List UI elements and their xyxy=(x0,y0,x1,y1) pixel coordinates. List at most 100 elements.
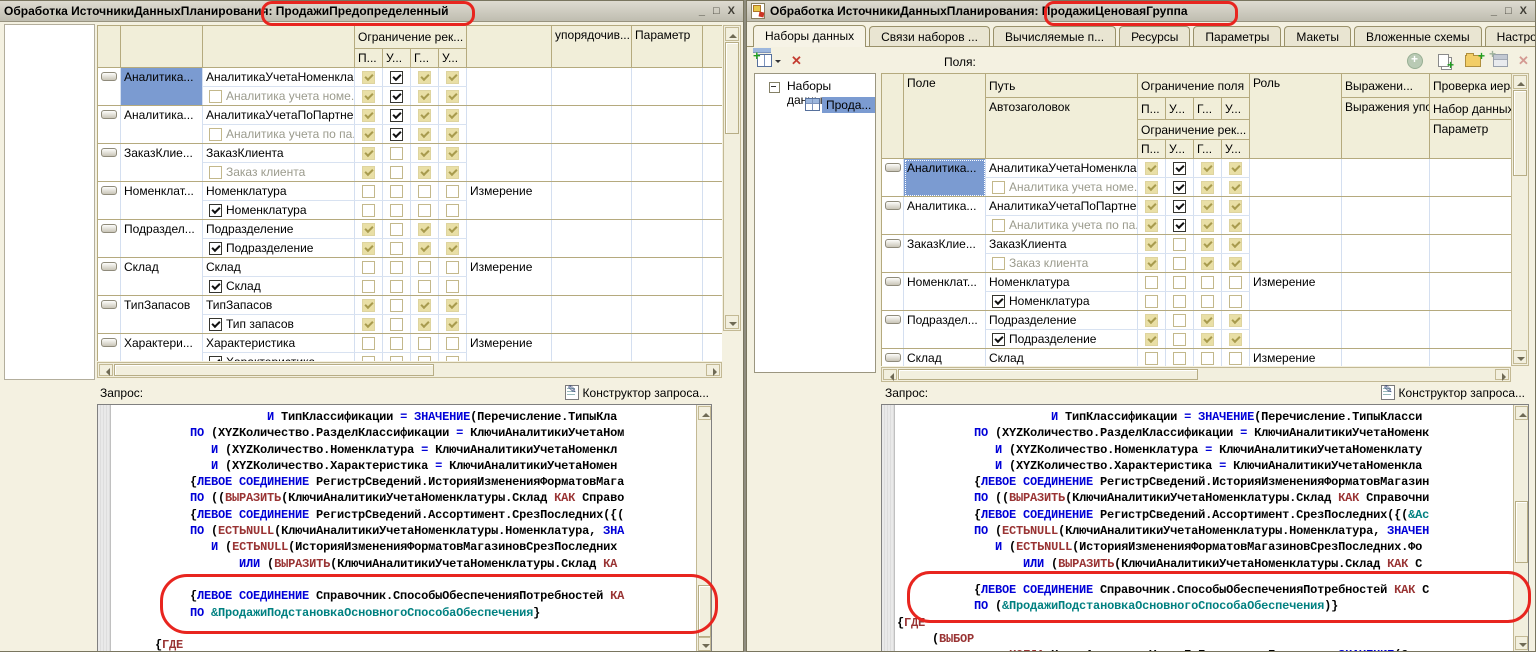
check-cell[interactable] xyxy=(355,106,383,125)
row-grip-icon[interactable] xyxy=(885,163,901,172)
checkbox[interactable] xyxy=(390,185,403,198)
header-dataset[interactable]: Набор данных xyxy=(1430,98,1512,120)
checkbox[interactable] xyxy=(390,356,403,361)
scroll-right-button[interactable] xyxy=(706,364,720,376)
checkbox[interactable] xyxy=(362,356,375,361)
tab-6[interactable]: Макеты xyxy=(1284,26,1351,46)
cell-role[interactable] xyxy=(1250,159,1342,197)
table-hscrollbar[interactable] xyxy=(881,367,1511,382)
scroll-right-button[interactable] xyxy=(1495,369,1509,380)
cell-role[interactable] xyxy=(467,68,552,106)
cell-param[interactable] xyxy=(632,258,703,296)
checkbox[interactable] xyxy=(1145,257,1158,270)
checkbox[interactable] xyxy=(1173,276,1186,289)
cell-pad[interactable] xyxy=(703,182,722,220)
header-record-restriction[interactable]: Ограничение рек... xyxy=(1138,120,1250,140)
scroll-left-button[interactable] xyxy=(883,369,897,380)
check-cell[interactable] xyxy=(355,163,383,182)
check-cell[interactable] xyxy=(1166,178,1194,197)
checkbox[interactable] xyxy=(362,71,375,84)
header-field[interactable]: Поле xyxy=(904,74,986,159)
path-cell[interactable]: Подразделение xyxy=(203,220,355,239)
checkbox[interactable] xyxy=(362,242,375,255)
scroll-down-button[interactable] xyxy=(698,637,711,651)
path-cell[interactable]: ЗаказКлиента xyxy=(986,235,1138,254)
check-cell[interactable] xyxy=(355,239,383,258)
check-cell[interactable] xyxy=(383,353,411,362)
check-cell[interactable] xyxy=(1222,273,1250,292)
hscroll-thumb[interactable] xyxy=(114,364,434,376)
cell-hier[interactable] xyxy=(1430,159,1512,197)
checkbox[interactable] xyxy=(1229,181,1242,194)
checkbox[interactable] xyxy=(362,166,375,179)
check-cell[interactable] xyxy=(411,258,439,277)
checkbox[interactable] xyxy=(446,109,459,122)
checkbox[interactable] xyxy=(418,71,431,84)
checkbox[interactable] xyxy=(1145,162,1158,175)
field-cell[interactable]: Склад xyxy=(121,258,203,296)
path-cell[interactable]: Номенклатура xyxy=(203,182,355,201)
check-cell[interactable] xyxy=(411,353,439,362)
check-cell[interactable] xyxy=(383,68,411,87)
checkbox[interactable] xyxy=(418,128,431,141)
row-grip-icon[interactable] xyxy=(101,186,117,195)
cell-role[interactable] xyxy=(467,106,552,144)
checkbox[interactable] xyxy=(362,299,375,312)
checkbox[interactable] xyxy=(1201,352,1214,365)
checkbox[interactable] xyxy=(390,166,403,179)
cell-role[interactable]: Измерение xyxy=(467,334,552,362)
check-cell[interactable] xyxy=(411,68,439,87)
row-grip-cell[interactable] xyxy=(98,296,121,334)
cell-order[interactable] xyxy=(552,68,632,106)
cell-order[interactable] xyxy=(552,220,632,258)
path-cell[interactable]: ТипЗапасов xyxy=(203,296,355,315)
cell-pad[interactable] xyxy=(703,106,722,144)
check-cell[interactable] xyxy=(1194,330,1222,349)
header-expression[interactable]: Выражени... xyxy=(1342,74,1430,98)
cell-param[interactable] xyxy=(632,296,703,334)
checkbox[interactable] xyxy=(446,242,459,255)
check-cell[interactable] xyxy=(383,239,411,258)
path-sub-cell[interactable]: Номенклатура xyxy=(986,292,1138,311)
header-ordering-expressions[interactable]: Выражения упорядочив... xyxy=(1342,98,1430,159)
row-grip-icon[interactable] xyxy=(101,72,117,81)
checkbox[interactable] xyxy=(992,181,1005,194)
scroll-up-button[interactable] xyxy=(1513,75,1527,89)
checkbox[interactable] xyxy=(1173,181,1186,194)
row-grip-cell[interactable] xyxy=(98,68,121,106)
cell-expr[interactable] xyxy=(1342,197,1430,235)
close-button[interactable]: X xyxy=(728,5,735,17)
scroll-left-button[interactable] xyxy=(99,364,113,376)
checkbox[interactable] xyxy=(1145,295,1158,308)
row-grip-cell[interactable] xyxy=(882,349,904,367)
maximize-button[interactable]: □ xyxy=(1505,5,1512,17)
check-cell[interactable] xyxy=(1194,159,1222,178)
checkbox[interactable] xyxy=(446,261,459,274)
vscroll-thumb[interactable] xyxy=(698,585,711,637)
cell-role[interactable]: Измерение xyxy=(1250,349,1342,367)
row-grip-cell[interactable] xyxy=(882,197,904,235)
path-sub-cell[interactable]: Аналитика учета по па... xyxy=(986,216,1138,235)
check-cell[interactable] xyxy=(439,353,467,362)
cell-hier[interactable] xyxy=(1430,311,1512,349)
check-cell[interactable] xyxy=(1194,349,1222,367)
header-check-p[interactable]: П... xyxy=(1138,98,1166,120)
cell-hier[interactable] xyxy=(1430,197,1512,235)
header-check-u2[interactable]: У... xyxy=(439,49,467,68)
checkbox[interactable] xyxy=(362,185,375,198)
check-cell[interactable] xyxy=(439,201,467,220)
check-cell[interactable] xyxy=(383,182,411,201)
check-cell[interactable] xyxy=(355,277,383,296)
path-sub-cell[interactable]: Номенклатура xyxy=(203,201,355,220)
scroll-down-button[interactable] xyxy=(1513,350,1527,364)
checkbox[interactable] xyxy=(1145,238,1158,251)
vscroll-thumb[interactable] xyxy=(1515,501,1528,563)
check-cell[interactable] xyxy=(355,334,383,353)
cell-hier[interactable] xyxy=(1430,273,1512,311)
cell-pad[interactable] xyxy=(703,144,722,182)
row-grip-cell[interactable] xyxy=(98,106,121,144)
checkbox[interactable] xyxy=(1201,219,1214,232)
vscroll-thumb[interactable] xyxy=(725,42,739,134)
path-sub-cell[interactable]: Характеристика xyxy=(203,353,355,362)
field-cell[interactable]: Аналитика... xyxy=(121,68,203,106)
